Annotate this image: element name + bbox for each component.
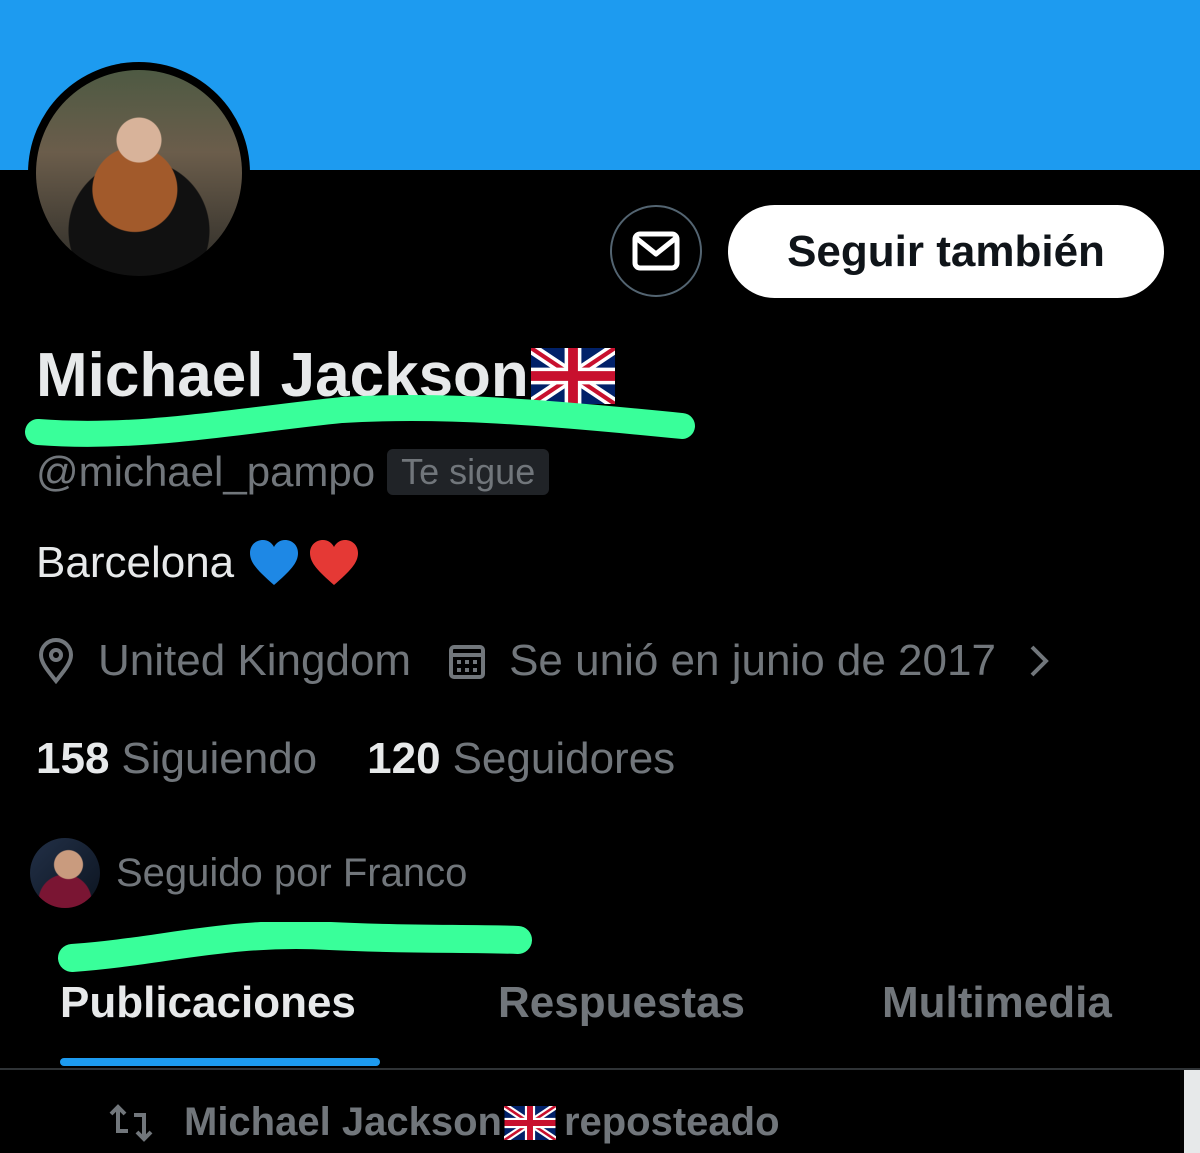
followed-by-row[interactable]: Seguido por Franco <box>30 838 467 908</box>
following-count: 158 <box>36 734 110 783</box>
repost-header[interactable]: Michael Jackson reposteado <box>108 1100 780 1145</box>
profile-bio: Barcelona <box>36 538 360 588</box>
tab-multimedia[interactable]: Multimedia <box>882 978 1112 1028</box>
gb-flag-icon <box>503 1105 556 1140</box>
avatar-photo <box>36 70 242 276</box>
message-button[interactable] <box>610 205 702 297</box>
location-pin-icon <box>38 638 74 684</box>
follows-you-badge: Te sigue <box>387 449 550 495</box>
repost-icon <box>109 1103 153 1142</box>
active-tab-indicator <box>60 1058 380 1066</box>
followed-by-text: Seguido por Franco <box>116 850 468 895</box>
calendar-icon <box>449 645 486 679</box>
repost-name: Michael Jackson <box>184 1100 502 1144</box>
location: United Kingdom <box>36 636 411 686</box>
tab-publicaciones[interactable]: Publicaciones <box>60 978 356 1028</box>
follower-avatar <box>30 838 100 908</box>
profile-avatar[interactable] <box>28 62 250 284</box>
tab-respuestas[interactable]: Respuestas <box>498 978 745 1028</box>
followers-count: 120 <box>367 734 441 783</box>
followers-link[interactable]: 120 Seguidores <box>367 734 675 784</box>
profile-tabs: Publicaciones Respuestas Multimedia <box>0 968 1200 1068</box>
red-heart-icon <box>310 540 359 585</box>
follow-back-button[interactable]: Seguir también <box>728 205 1164 298</box>
join-date[interactable]: Se unió en junio de 2017 <box>447 636 1054 686</box>
chevron-right-icon <box>1030 645 1049 677</box>
handle-row: @michael_pampo Te sigue <box>36 448 550 496</box>
envelope-icon <box>632 231 680 271</box>
followers-label: Seguidores <box>452 734 676 783</box>
following-link[interactable]: 158 Siguiendo <box>36 734 317 784</box>
bio-text: Barcelona <box>36 538 235 587</box>
repost-suffix: reposteado <box>563 1100 780 1144</box>
divider <box>0 1068 1200 1070</box>
scrollbar-edge[interactable] <box>1184 1070 1200 1153</box>
join-date-text: Se unió en junio de 2017 <box>509 636 996 685</box>
profile-handle: @michael_pampo <box>36 448 376 495</box>
profile-meta: United Kingdom Se unió en junio de 2017 <box>36 636 1054 686</box>
follow-stats: 158 Siguiendo 120 Seguidores <box>36 734 675 784</box>
following-label: Siguiendo <box>121 734 318 783</box>
blue-heart-icon <box>250 540 299 585</box>
location-text: United Kingdom <box>98 636 412 685</box>
